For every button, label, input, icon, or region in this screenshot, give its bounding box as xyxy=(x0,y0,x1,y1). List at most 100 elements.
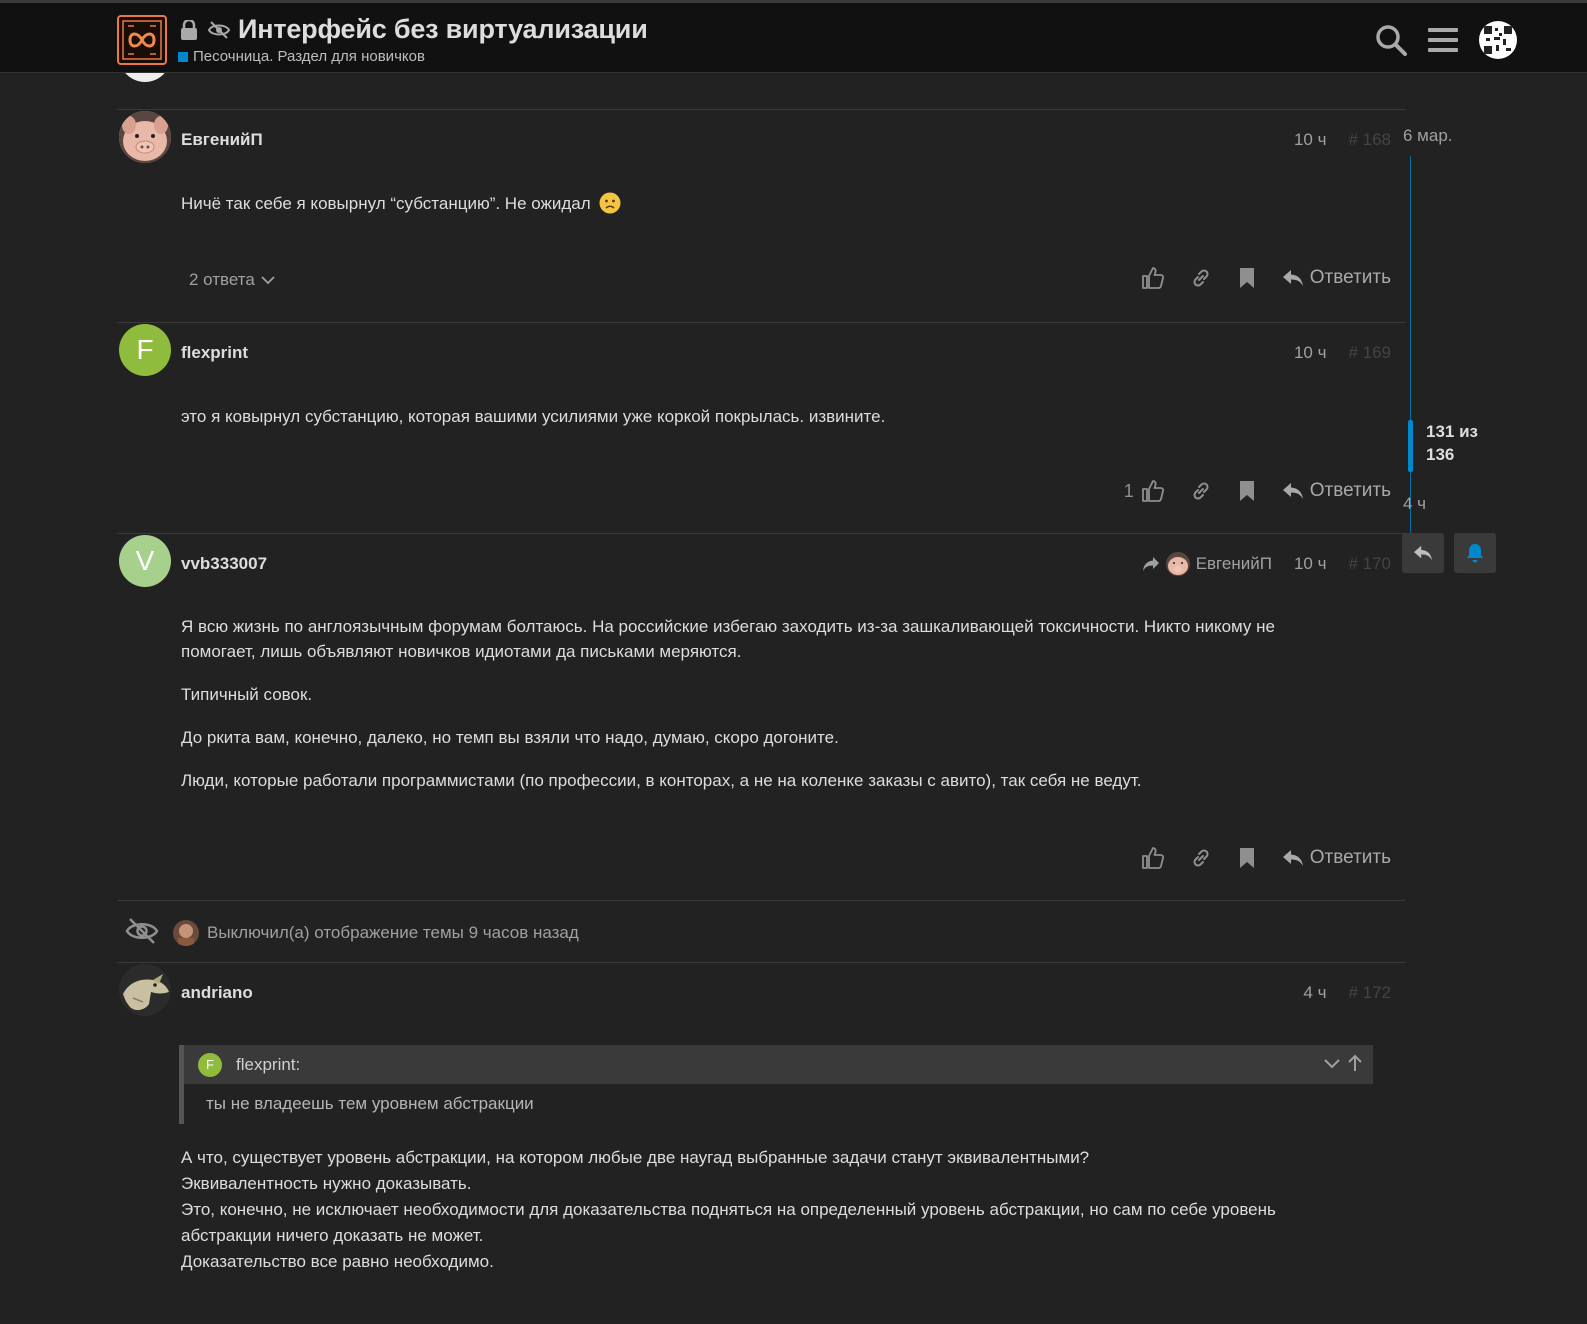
post-number[interactable]: # 172 xyxy=(1348,983,1391,1003)
topic-title[interactable]: Интерфейс без виртуализации xyxy=(238,14,648,45)
eye-slash-icon xyxy=(208,20,230,39)
reply-button[interactable]: Ответить xyxy=(1282,480,1391,502)
username[interactable]: ЕвгенийП xyxy=(181,130,263,150)
slightly-frowning-face-icon xyxy=(599,192,621,221)
username[interactable]: vvb333007 xyxy=(181,554,267,574)
link-icon xyxy=(1193,269,1209,287)
like-button[interactable]: 1 xyxy=(1124,480,1164,502)
avatar-letter: V xyxy=(135,545,155,576)
avatar[interactable] xyxy=(119,111,171,163)
post-paragraph: Я всю жизнь по англоязычным форумам болт… xyxy=(181,617,1276,661)
bookmark-button[interactable] xyxy=(1238,267,1256,289)
site-logo[interactable] xyxy=(117,15,167,65)
topic-title-block: Интерфейс без виртуализации Песочница. Р… xyxy=(178,14,648,65)
avatar[interactable]: V xyxy=(119,535,171,587)
post-date[interactable]: 4 ч xyxy=(1303,983,1326,1003)
reply-label: Ответить xyxy=(1309,480,1391,501)
reply-button[interactable]: Ответить xyxy=(1282,847,1391,869)
category-color-square xyxy=(178,51,188,62)
post-body: Ничё так себе я ковырнул “субстанцию”. Н… xyxy=(181,191,1341,221)
post-date[interactable]: 10 ч xyxy=(1294,554,1327,574)
thumbs-up-icon xyxy=(1141,847,1164,869)
current-user-avatar[interactable] xyxy=(1479,21,1517,59)
timeline-reply-button[interactable] xyxy=(1402,533,1444,573)
post-body: это я ковырнул субстанцию, которая вашим… xyxy=(181,404,1341,429)
link-icon xyxy=(1193,482,1209,500)
post-actions: 1 Ответить xyxy=(1124,480,1391,502)
like-button[interactable] xyxy=(1141,267,1164,289)
reply-icon xyxy=(1282,270,1303,286)
post-text: Ничё так себе я ковырнул “субстанцию”. Н… xyxy=(181,194,591,213)
bookmark-button[interactable] xyxy=(1238,480,1256,502)
quote-header[interactable]: F flexprint: xyxy=(179,1045,1373,1084)
like-button[interactable] xyxy=(1141,847,1164,869)
timeline-position: 131 из 136 xyxy=(1426,420,1478,466)
post-number[interactable]: # 170 xyxy=(1348,554,1391,574)
timeline-position-line1: 131 из xyxy=(1426,422,1478,441)
site-header: Интерфейс без виртуализации Песочница. Р… xyxy=(0,0,1587,73)
post-date[interactable]: 10 ч xyxy=(1294,130,1327,150)
category-name: Песочница. Раздел для новичков xyxy=(193,48,425,65)
timeline-end-date[interactable]: 4 ч xyxy=(1403,494,1426,514)
post-meta: 10 ч # 169 xyxy=(1294,343,1391,363)
post-line: А что, существует уровень абстракции, на… xyxy=(181,1148,1090,1167)
small-action-avatar[interactable] xyxy=(173,920,199,946)
share-link-button[interactable] xyxy=(1190,847,1212,869)
thumbs-up-icon xyxy=(1141,267,1164,289)
reply-icon xyxy=(1282,850,1303,866)
post-paragraph: Люди, которые работали программистами (п… xyxy=(181,771,1142,790)
quote-block: F flexprint: ты не владеешь тем уровнем … xyxy=(179,1045,1373,1124)
bookmark-button[interactable] xyxy=(1238,847,1256,869)
replies-toggle[interactable]: 2 ответа xyxy=(189,270,275,290)
share-link-button[interactable] xyxy=(1190,480,1212,502)
quote-text: ты не владеешь тем уровнем абстракции xyxy=(179,1084,1373,1124)
quote-author: flexprint xyxy=(236,1054,296,1074)
reply-to-username: ЕвгенийП xyxy=(1195,554,1272,573)
avatar[interactable]: F xyxy=(119,324,171,376)
post-meta: 4 ч # 172 xyxy=(1303,983,1391,1003)
chevron-down-icon[interactable] xyxy=(1323,1054,1341,1077)
reply-icon xyxy=(1282,483,1303,499)
avatar-letter: F xyxy=(136,334,154,365)
post-paragraph: До ркита вам, конечно, далеко, но темп в… xyxy=(181,728,839,747)
username[interactable]: flexprint xyxy=(181,343,248,363)
share-arrow-icon xyxy=(1142,557,1159,571)
lock-icon xyxy=(178,19,200,40)
bookmark-icon xyxy=(1239,268,1254,288)
reply-icon xyxy=(1414,545,1432,561)
post-line: Это, конечно, не исключает необходимости… xyxy=(181,1200,1276,1245)
post-body: Я всю жизнь по англоязычным форумам болт… xyxy=(181,614,1341,811)
bookmark-icon xyxy=(1239,481,1254,501)
reply-button[interactable]: Ответить xyxy=(1282,267,1391,289)
small-action-post: Выключил(а) отображение темы 9 часов наз… xyxy=(117,917,1405,949)
link-icon xyxy=(1193,849,1209,867)
bookmark-icon xyxy=(1239,848,1254,868)
reply-to-tab[interactable]: ЕвгенийП xyxy=(1142,552,1272,576)
reply-label: Ответить xyxy=(1309,267,1391,288)
timeline-start-date[interactable]: 6 мар. xyxy=(1403,126,1453,146)
arrow-up-icon[interactable] xyxy=(1347,1054,1363,1077)
replies-count: 2 ответа xyxy=(189,270,255,289)
post-meta: ЕвгенийП 10 ч # 170 xyxy=(1142,552,1391,576)
like-count: 1 xyxy=(1123,480,1134,501)
post-170: V vvb333007 ЕвгенийП 10 ч # 170 Я всю жи… xyxy=(117,534,1405,899)
notification-bell-button[interactable] xyxy=(1454,533,1496,573)
hamburger-menu-icon[interactable] xyxy=(1427,22,1459,58)
post-line: Доказательство все равно необходимо. xyxy=(181,1252,494,1271)
post-paragraph: Типичный совок. xyxy=(181,685,313,704)
share-link-button[interactable] xyxy=(1190,267,1212,289)
quote-controls xyxy=(1323,1054,1363,1077)
timeline-buttons xyxy=(1402,533,1496,573)
avatar[interactable] xyxy=(119,964,171,1016)
quote-avatar: F xyxy=(198,1052,222,1077)
timeline-scroll-handle[interactable] xyxy=(1408,420,1413,472)
category-badge[interactable]: Песочница. Раздел для новичков xyxy=(178,48,648,65)
post-169: F flexprint 10 ч # 169 это я ковырнул су… xyxy=(117,323,1405,533)
post-number[interactable]: # 169 xyxy=(1348,343,1391,363)
post-number[interactable]: # 168 xyxy=(1348,130,1391,150)
bell-icon xyxy=(1467,544,1483,563)
chevron-down-icon xyxy=(261,270,275,290)
post-date[interactable]: 10 ч xyxy=(1294,343,1327,363)
search-icon[interactable] xyxy=(1375,22,1407,58)
username[interactable]: andriano xyxy=(181,983,253,1003)
